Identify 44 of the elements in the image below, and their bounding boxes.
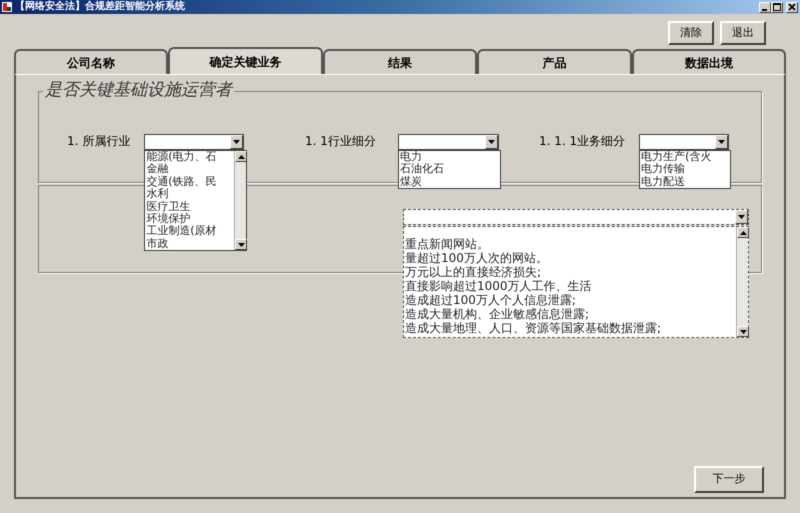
list-option[interactable]: 石油化石: [400, 163, 499, 176]
list-option[interactable]: 造成超过100万人个人信息泄露;: [405, 293, 735, 307]
window-title: 【网络安全法】合规差距智能分析系统: [15, 1, 185, 13]
scroll-down-icon[interactable]: [737, 326, 749, 337]
tab[interactable]: 数据出境: [632, 49, 786, 74]
list-option[interactable]: 量超过100万人次的网站。: [405, 251, 735, 265]
list-option[interactable]: 环境保护: [146, 213, 234, 226]
scroll-down-icon[interactable]: [235, 239, 248, 250]
list-option[interactable]: 煤炭: [400, 176, 499, 188]
tab[interactable]: 公司名称: [14, 49, 168, 74]
scrollbar[interactable]: [234, 151, 246, 250]
toolbar-button[interactable]: 清除: [668, 21, 714, 45]
tab[interactable]: 产品: [477, 49, 632, 74]
app-icon: [2, 2, 12, 12]
tab[interactable]: 结果: [322, 49, 478, 74]
field-label: 1. 1. 1业务细分: [539, 134, 626, 148]
list-option[interactable]: 造成大量地理、人口、资源等国家基础数据泄露;: [405, 321, 735, 335]
maximize-icon[interactable]: [771, 2, 783, 12]
list-option[interactable]: 重点新闻网站。: [405, 237, 735, 251]
list-option[interactable]: 市政: [146, 238, 234, 250]
toolbar-button[interactable]: 退出: [720, 21, 766, 45]
next-button[interactable]: 下一步: [694, 466, 764, 493]
list-option[interactable]: 电力: [400, 151, 499, 164]
minimize-icon[interactable]: [759, 2, 771, 12]
scroll-up-icon[interactable]: [737, 227, 749, 238]
list-option[interactable]: 金融: [146, 163, 234, 176]
list-option[interactable]: 水利: [146, 188, 234, 201]
group-title: 是否关键基础设施运营者: [43, 80, 234, 100]
field-label: 1. 所属行业: [67, 134, 130, 148]
close-icon[interactable]: [786, 2, 798, 12]
scrollbar[interactable]: [736, 227, 748, 337]
list-option[interactable]: 工业制造(原材: [146, 225, 234, 238]
list-option[interactable]: 直接影响超过1000万人工作、生活: [405, 279, 735, 293]
scroll-up-icon[interactable]: [235, 151, 248, 162]
list-option[interactable]: 电力传输: [641, 163, 730, 176]
list-option[interactable]: 电力配送: [641, 176, 730, 188]
list-option[interactable]: 能源(电力、石: [146, 151, 234, 164]
list-option[interactable]: 医疗卫生: [146, 200, 234, 214]
list-option[interactable]: 万元以上的直接经济损失;: [405, 265, 735, 279]
list-option[interactable]: 造成大量机构、企业敏感信息泄露;: [405, 307, 735, 321]
list-option[interactable]: 电力生产(含火: [641, 151, 730, 164]
field-label: 1. 1行业细分: [305, 134, 376, 148]
list-option[interactable]: 交通(铁路、民: [146, 176, 234, 188]
tab[interactable]: 确定关键业务: [168, 47, 323, 74]
